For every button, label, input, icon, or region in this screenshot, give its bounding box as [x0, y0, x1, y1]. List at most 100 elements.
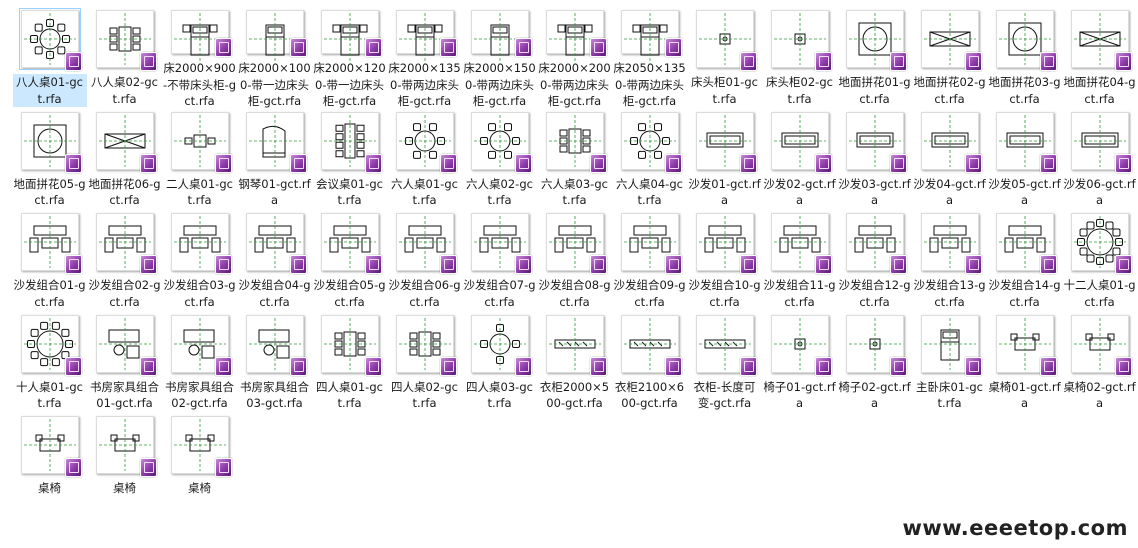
file-item[interactable]: 书房家具组合01-gct.rfa [87, 313, 162, 415]
file-item[interactable]: 书房家具组合02-gct.rfa [162, 313, 237, 415]
revit-family-icon [964, 52, 982, 71]
file-item[interactable]: 床2000×1200-带一边床头柜-gct.rfa [312, 8, 387, 110]
file-item[interactable]: 六人桌04-gct.rfa [612, 110, 687, 212]
file-name: 桌椅 [38, 481, 61, 495]
file-item[interactable]: 二人桌01-gct.rfa [162, 110, 237, 212]
file-item[interactable]: 床2000×1000-带一边床头柜-gct.rfa [237, 8, 312, 110]
revit-family-icon [214, 356, 232, 376]
file-item[interactable]: 床2000×1350-带两边床头柜-gct.rfa [387, 8, 462, 110]
file-item[interactable]: 八人桌01-gct.rfa [12, 8, 87, 110]
file-item[interactable]: 桌椅 [12, 414, 87, 516]
floor-pattern-icon [1070, 10, 1132, 71]
file-item[interactable]: 沙发组合14-gct.rfa [987, 211, 1062, 313]
file-item[interactable]: 桌椅 [87, 414, 162, 516]
file-item[interactable]: 钢琴01-gct.rfa [237, 110, 312, 212]
file-item[interactable]: 四人桌02-gct.rfa [387, 313, 462, 415]
floor-pattern-icon [95, 111, 157, 173]
file-item[interactable]: 沙发组合13-gct.rfa [912, 211, 987, 313]
file-item[interactable]: 八人桌02-gct.rfa [87, 8, 162, 110]
file-name: 衣柜2000×500-gct.rfa [539, 379, 610, 411]
file-item[interactable]: 床2000×2000-带两边床头柜-gct.rfa [537, 8, 612, 110]
file-item[interactable]: 沙发组合10-gct.rfa [687, 211, 762, 313]
file-item[interactable]: 床头柜01-gct.rfa [687, 8, 762, 110]
file-item[interactable]: 沙发组合06-gct.rfa [387, 211, 462, 313]
file-item[interactable]: 沙发01-gct.rfa [687, 110, 762, 212]
file-item[interactable]: 沙发03-gct.rfa [837, 110, 912, 212]
file-name: 书房家具组合02-gct.rfa [165, 379, 234, 411]
file-name: 沙发组合14-gct.rfa [988, 278, 1061, 309]
file-item[interactable]: 沙发04-gct.rfa [912, 110, 987, 212]
file-item[interactable]: 地面拼花04-gct.rfa [1062, 8, 1137, 110]
file-item[interactable]: 桌椅 [162, 414, 237, 516]
sofa-set-icon [545, 213, 607, 274]
file-item[interactable]: 床2050×1350-带两边床头柜-gct.rfa [612, 8, 687, 110]
file-item[interactable]: 沙发组合12-gct.rfa [837, 211, 912, 313]
revit-family-icon [514, 153, 532, 173]
revit-family-icon [589, 38, 607, 57]
file-item[interactable]: 桌椅01-gct.rfa [987, 313, 1062, 415]
file-name: 衣柜2100×600-gct.rfa [614, 379, 685, 411]
file-item[interactable]: 六人桌01-gct.rfa [387, 110, 462, 212]
file-item[interactable]: 会议桌01-gct.rfa [312, 110, 387, 212]
nightstand-icon [695, 10, 757, 71]
revit-family-icon [1039, 255, 1057, 274]
file-item[interactable]: 地面拼花01-gct.rfa [837, 8, 912, 110]
file-item[interactable]: 桌椅02-gct.rfa [1062, 313, 1137, 415]
file-item[interactable]: 沙发组合08-gct.rfa [537, 211, 612, 313]
file-name: 沙发组合05-gct.rfa [313, 278, 386, 309]
file-item[interactable]: 沙发组合09-gct.rfa [612, 211, 687, 313]
floor-pattern-icon [995, 10, 1057, 71]
file-item[interactable]: 沙发组合07-gct.rfa [462, 211, 537, 313]
floor-pattern-icon [845, 10, 907, 71]
revit-family-icon [289, 38, 307, 57]
file-item[interactable]: 十二人桌01-gct.rfa [1062, 211, 1137, 313]
file-item[interactable]: 沙发06-gct.rfa [1062, 110, 1137, 212]
file-item[interactable]: 衣柜2000×500-gct.rfa [537, 313, 612, 415]
revit-family-icon [739, 52, 757, 71]
study-furniture-icon [95, 314, 157, 376]
file-item[interactable]: 沙发组合02-gct.rfa [87, 211, 162, 313]
file-item[interactable]: 十人桌01-gct.rfa [12, 313, 87, 415]
file-item[interactable]: 床2000×900-不带床头柜-gct.rfa [162, 8, 237, 110]
revit-family-icon [1114, 356, 1132, 376]
file-item[interactable]: 沙发组合01-gct.rfa [12, 211, 87, 313]
revit-family-icon [289, 255, 307, 274]
file-name: 床头柜02-gct.rfa [766, 75, 833, 106]
sofa-set-icon [920, 213, 982, 274]
revit-family-icon [964, 356, 982, 376]
revit-family-icon [289, 153, 307, 173]
file-item[interactable]: 地面拼花06-gct.rfa [87, 110, 162, 212]
file-item[interactable]: 沙发组合03-gct.rfa [162, 211, 237, 313]
file-name: 四人桌01-gct.rfa [316, 379, 383, 411]
file-item[interactable]: 沙发组合04-gct.rfa [237, 211, 312, 313]
wardrobe-icon [545, 314, 607, 376]
file-item[interactable]: 四人桌01-gct.rfa [312, 313, 387, 415]
sofa-icon [845, 111, 907, 173]
file-item[interactable]: 六人桌03-gct.rfa [537, 110, 612, 212]
revit-family-icon [664, 255, 682, 274]
file-item[interactable]: 沙发02-gct.rfa [762, 110, 837, 212]
sofa-icon [695, 111, 757, 173]
file-item[interactable]: 地面拼花02-gct.rfa [912, 8, 987, 110]
file-item[interactable]: 衣柜2100×600-gct.rfa [612, 313, 687, 415]
file-item[interactable]: 沙发组合11-gct.rfa [762, 211, 837, 313]
file-item[interactable]: 主卧床01-gct.rfa [912, 313, 987, 415]
file-item[interactable]: 沙发组合05-gct.rfa [312, 211, 387, 313]
revit-family-icon [439, 38, 457, 57]
file-item[interactable]: 六人桌02-gct.rfa [462, 110, 537, 212]
file-item[interactable]: 沙发05-gct.rfa [987, 110, 1062, 212]
revit-family-icon [514, 38, 532, 57]
file-item[interactable]: 地面拼花05-gct.rfa [12, 110, 87, 212]
file-item[interactable]: 椅子02-gct.rfa [837, 313, 912, 415]
file-item[interactable]: 地面拼花03-gct.rfa [987, 8, 1062, 110]
revit-family-icon [1114, 153, 1132, 173]
file-item[interactable]: 椅子01-gct.rfa [762, 313, 837, 415]
rect-table-6-icon [545, 111, 607, 173]
file-item[interactable]: 四人桌03-gct.rfa [462, 313, 537, 415]
nightstand-icon [770, 10, 832, 71]
file-item[interactable]: 床头柜02-gct.rfa [762, 8, 837, 110]
file-item[interactable]: 床2000×1500-带两边床头柜-gct.rfa [462, 8, 537, 110]
file-item[interactable]: 衣柜-长度可变-gct.rfa [687, 313, 762, 415]
file-name: 床2000×1200-带一边床头柜-gct.rfa [313, 61, 386, 108]
file-item[interactable]: 书房家具组合03-gct.rfa [237, 313, 312, 415]
